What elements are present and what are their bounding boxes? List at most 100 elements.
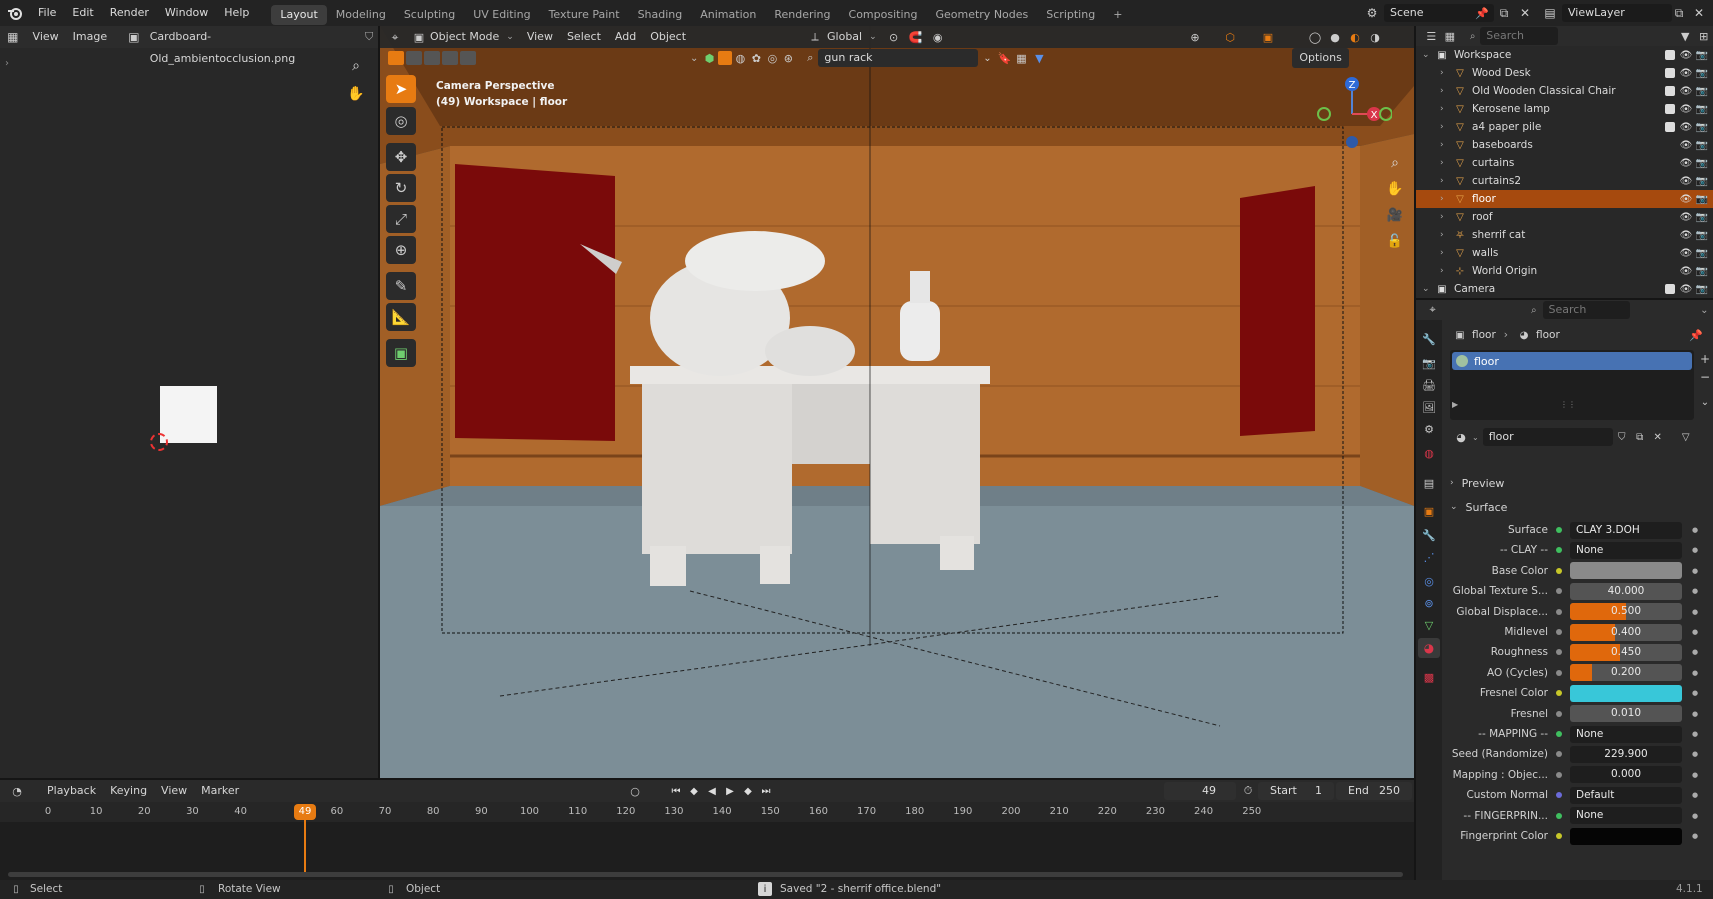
expand-chevron-right-icon[interactable]: › bbox=[1440, 230, 1452, 240]
link-mode-icon[interactable]: ▽ bbox=[1675, 432, 1697, 443]
object-mode-icon[interactable]: ▣ bbox=[410, 31, 428, 44]
keyframe-dot-icon[interactable]: ● bbox=[1688, 669, 1702, 677]
property-value[interactable]: None bbox=[1570, 807, 1682, 825]
property-value[interactable]: None bbox=[1570, 725, 1682, 743]
socket-dot-icon[interactable] bbox=[1556, 833, 1562, 839]
add-workspace-button[interactable]: + bbox=[1104, 5, 1131, 25]
slot-specials-icon[interactable]: ⌄ bbox=[1699, 395, 1711, 409]
filter-light-icon[interactable]: ◍ bbox=[732, 52, 748, 65]
outliner-item[interactable]: › ▽ Old Wooden Classical Chair 👁 📷 bbox=[1416, 82, 1713, 100]
unlink-material-icon[interactable]: ✕ bbox=[1649, 432, 1667, 443]
duplicate-material-icon[interactable]: ⧉ bbox=[1631, 432, 1649, 443]
outliner-new-collection-icon[interactable]: ⊞ bbox=[1694, 30, 1713, 43]
expand-chevron-right-icon[interactable]: › bbox=[1440, 140, 1452, 150]
area-divider-right[interactable] bbox=[1414, 26, 1416, 880]
selection-mode-new-icon[interactable] bbox=[388, 51, 404, 65]
render-camera-icon[interactable]: 📷 bbox=[1695, 104, 1709, 115]
keyframe-dot-icon[interactable]: ● bbox=[1688, 730, 1702, 738]
render-camera-icon[interactable]: 📷 bbox=[1695, 158, 1709, 169]
pan-hand-icon[interactable]: ✋ bbox=[346, 84, 366, 104]
render-camera-icon[interactable]: 📷 bbox=[1695, 248, 1709, 259]
socket-dot-icon[interactable] bbox=[1556, 669, 1562, 676]
viewport-menu-object[interactable]: Object bbox=[643, 26, 693, 48]
render-camera-icon[interactable]: 📷 bbox=[1695, 50, 1709, 61]
checkbox-icon[interactable] bbox=[1665, 122, 1675, 132]
timeline-menu-view[interactable]: View bbox=[154, 780, 194, 802]
transform-orientation-dropdown[interactable]: Global bbox=[825, 26, 869, 48]
stopwatch-icon[interactable]: ⏱ bbox=[1240, 783, 1256, 799]
visibility-eye-icon[interactable]: 👁 bbox=[1679, 86, 1693, 97]
breadcrumb-object[interactable]: floor bbox=[1472, 329, 1496, 341]
socket-dot-icon[interactable] bbox=[1556, 608, 1562, 615]
transform-tool[interactable]: ⊕ bbox=[386, 236, 416, 264]
property-value[interactable]: CLAY 3.DOH bbox=[1570, 521, 1682, 539]
visibility-eye-icon[interactable]: 👁 bbox=[1679, 266, 1693, 277]
viewport-search-field[interactable]: gun rack bbox=[818, 49, 979, 67]
render-camera-icon[interactable]: 📷 bbox=[1695, 284, 1709, 295]
checkbox-icon[interactable] bbox=[1665, 86, 1675, 96]
overlays-icon[interactable]: ⬡ bbox=[1220, 29, 1240, 45]
end-frame-field[interactable]: End 250 bbox=[1336, 782, 1412, 800]
workspace-tab-scripting[interactable]: Scripting bbox=[1037, 5, 1104, 25]
keyframe-dot-icon[interactable]: ● bbox=[1688, 689, 1702, 697]
outliner-item[interactable]: › ▽ Wood Desk 👁 📷 bbox=[1416, 64, 1713, 82]
outliner-editor-type-icon[interactable]: ☰ bbox=[1422, 30, 1441, 43]
keyframe-dot-icon[interactable]: ● bbox=[1688, 791, 1702, 799]
new-view-layer-icon[interactable]: ⧉ bbox=[1670, 4, 1688, 22]
menu-window[interactable]: Window bbox=[157, 0, 216, 26]
shading-wireframe-icon[interactable]: ◯ bbox=[1306, 29, 1324, 45]
property-value[interactable]: 0.400 bbox=[1570, 623, 1682, 641]
property-value[interactable]: 40.000 bbox=[1570, 582, 1682, 600]
visibility-eye-icon[interactable]: 👁 bbox=[1679, 158, 1693, 169]
material-slot-item[interactable]: floor bbox=[1452, 352, 1692, 370]
shading-solid-icon[interactable]: ● bbox=[1326, 29, 1344, 45]
tab-output-icon[interactable]: 🖨 bbox=[1420, 376, 1438, 394]
image-editor-area[interactable]: ⌕ ✋ › bbox=[0, 26, 378, 778]
annotate-tool[interactable]: ✎ bbox=[386, 272, 416, 300]
outliner-item[interactable]: › ▽ curtains 👁 📷 bbox=[1416, 154, 1713, 172]
prev-keyframe-icon[interactable]: ◆ bbox=[686, 783, 702, 799]
render-camera-icon[interactable]: 📷 bbox=[1695, 176, 1709, 187]
keyframe-dot-icon[interactable]: ● bbox=[1688, 710, 1702, 718]
image-menu-image[interactable]: Image bbox=[66, 26, 114, 48]
viewport-menu-view[interactable]: View bbox=[520, 26, 560, 48]
visibility-eye-icon[interactable]: 👁 bbox=[1679, 248, 1693, 259]
workspace-tab-texture-paint[interactable]: Texture Paint bbox=[540, 5, 629, 25]
area-divider-bottom[interactable] bbox=[0, 778, 1414, 780]
tab-collection-icon[interactable]: ▤ bbox=[1420, 474, 1438, 492]
delete-view-layer-icon[interactable]: ✕ bbox=[1690, 4, 1708, 22]
tab-tool-icon[interactable]: 🔧 bbox=[1420, 330, 1438, 348]
status-message[interactable]: Saved "2 - sherrif office.blend" bbox=[780, 883, 941, 895]
shading-material-icon[interactable]: ◐ bbox=[1346, 29, 1364, 45]
socket-dot-icon[interactable] bbox=[1556, 567, 1562, 574]
checkbox-icon[interactable] bbox=[1665, 284, 1675, 294]
remove-slot-icon[interactable]: − bbox=[1699, 370, 1711, 384]
socket-dot-icon[interactable] bbox=[1556, 710, 1562, 717]
socket-dot-icon[interactable] bbox=[1556, 731, 1562, 737]
start-frame-field[interactable]: Start 1 bbox=[1258, 782, 1334, 800]
breadcrumb-material[interactable]: floor bbox=[1536, 329, 1560, 341]
snap-icon[interactable]: 🧲 bbox=[905, 31, 927, 44]
list-expand-icon[interactable]: ▶ bbox=[1452, 400, 1458, 409]
socket-dot-icon[interactable] bbox=[1556, 771, 1562, 778]
timeline-menu-marker[interactable]: Marker bbox=[194, 780, 246, 802]
property-value[interactable]: 229.900 bbox=[1570, 745, 1682, 763]
timeline-menu-playback[interactable]: Playback bbox=[40, 780, 103, 802]
pan-view-icon[interactable]: ✋ bbox=[1384, 178, 1406, 200]
material-browse-icon[interactable]: ◕ bbox=[1450, 431, 1472, 444]
keyframe-dot-icon[interactable]: ● bbox=[1688, 526, 1702, 534]
add-slot-icon[interactable]: + bbox=[1699, 352, 1711, 366]
outliner-item[interactable]: › ▽ Kerosene lamp 👁 📷 bbox=[1416, 100, 1713, 118]
keyframe-dot-icon[interactable]: ● bbox=[1688, 628, 1702, 636]
filter-other-icon[interactable]: ⊛ bbox=[780, 52, 796, 65]
keyframe-dot-icon[interactable]: ● bbox=[1688, 587, 1702, 595]
outliner-display-mode-icon[interactable]: ▦ bbox=[1441, 30, 1460, 43]
socket-dot-icon[interactable] bbox=[1556, 690, 1562, 697]
timeline-editor-type-icon[interactable]: ◔ bbox=[4, 785, 30, 798]
outliner-item[interactable]: › ▽ walls 👁 📷 bbox=[1416, 244, 1713, 262]
play-reverse-icon[interactable]: ◀ bbox=[704, 783, 720, 799]
tab-view-layer-icon[interactable]: 🖼 bbox=[1420, 398, 1438, 416]
render-camera-icon[interactable]: 📷 bbox=[1695, 212, 1709, 223]
keyframe-dot-icon[interactable]: ● bbox=[1688, 546, 1702, 554]
render-camera-icon[interactable]: 📷 bbox=[1695, 86, 1709, 97]
